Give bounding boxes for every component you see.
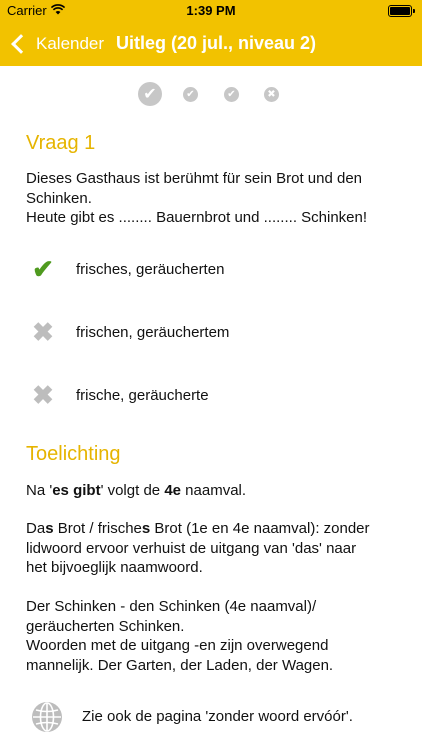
text-run: naamval. — [181, 482, 247, 499]
cross-icon: ✖ — [32, 379, 54, 410]
text-line: Das Brot / frisches Brot (1e en 4e naamv… — [26, 519, 370, 539]
bold-run: s — [141, 520, 151, 537]
text-line: geräucherten Schinken. — [26, 617, 185, 635]
question-line: Heute gibt es ........ Bauernbrot und ..… — [26, 209, 368, 226]
progress-check-icon[interactable]: ✔ — [183, 87, 198, 102]
question-line: Schinken. — [26, 189, 92, 207]
text-run: Brot / frische — [53, 520, 142, 537]
explanation-heading: Toelichting — [26, 443, 121, 465]
battery-icon — [388, 5, 415, 17]
related-page-link[interactable]: Zie ook de pagina 'zonder woord ervóór'. — [82, 708, 353, 725]
explanation-paragraph: Na 'es gibt' volgt de 4e naamval. — [26, 481, 246, 501]
progress-check-icon[interactable]: ✔ — [224, 87, 239, 102]
back-label: Kalender — [36, 34, 105, 53]
progress-check-active-icon[interactable]: ✔ — [138, 82, 162, 106]
text-line: mannelijk. Der Garten, der Laden, der Wa… — [26, 656, 334, 674]
text-line: lidwoord ervoor verhuist de uitgang van … — [26, 539, 357, 557]
bold-run: 4e — [164, 482, 181, 499]
explanation-paragraph: Der Schinken - den Schinken (4e naamval)… — [26, 597, 333, 675]
text-line: het bijvoeglijk naamwoord. — [26, 559, 203, 576]
globe-icon[interactable] — [31, 701, 63, 733]
answer-text: frischen, geräuchertem — [76, 323, 230, 341]
question-heading: Vraag 1 — [26, 132, 96, 154]
question-progress: ✔ ✔ ✔ ✖ — [0, 82, 422, 108]
clock: 1:39 PM — [186, 3, 236, 18]
explanation-paragraph: Das Brot / frisches Brot (1e en 4e naamv… — [26, 519, 370, 578]
page-title: Uitleg (20 jul., niveau 2) — [116, 33, 317, 53]
checkmark-icon: ✔ — [32, 253, 54, 284]
answer-text: frische, geräucherte — [76, 386, 209, 404]
bold-run: es gibt — [52, 482, 101, 499]
text-line: Woorden met de uitgang -en zijn overwege… — [26, 637, 329, 654]
answer-option[interactable]: ✔ frisches, geräucherten — [26, 249, 406, 289]
cross-icon: ✖ — [32, 316, 54, 347]
answer-option[interactable]: ✖ frischen, geräuchertem — [26, 312, 406, 352]
answer-text: frisches, geräucherten — [76, 260, 225, 278]
answer-option[interactable]: ✖ frische, geräucherte — [26, 375, 406, 415]
text-run: ' volgt de — [100, 482, 165, 499]
question-text: Dieses Gasthaus ist berühmt für sein Bro… — [26, 169, 367, 228]
text-run: Da — [26, 520, 46, 537]
text-line: Der Schinken - den Schinken (4e naamval)… — [26, 598, 317, 615]
status-bar: Carrier 1:39 PM — [0, 0, 422, 22]
chevron-left-icon — [11, 34, 31, 54]
navigation-bar: Kalender Uitleg (20 jul., niveau 2) — [0, 22, 422, 66]
back-button[interactable]: Kalender — [10, 22, 104, 66]
text-run: Brot (1e en 4e naamval): zonder — [150, 520, 370, 537]
progress-cross-icon[interactable]: ✖ — [264, 87, 279, 102]
text-run: Na ' — [26, 482, 53, 499]
question-line: Dieses Gasthaus ist berühmt für sein Bro… — [26, 170, 363, 187]
bold-run: s — [45, 520, 54, 537]
